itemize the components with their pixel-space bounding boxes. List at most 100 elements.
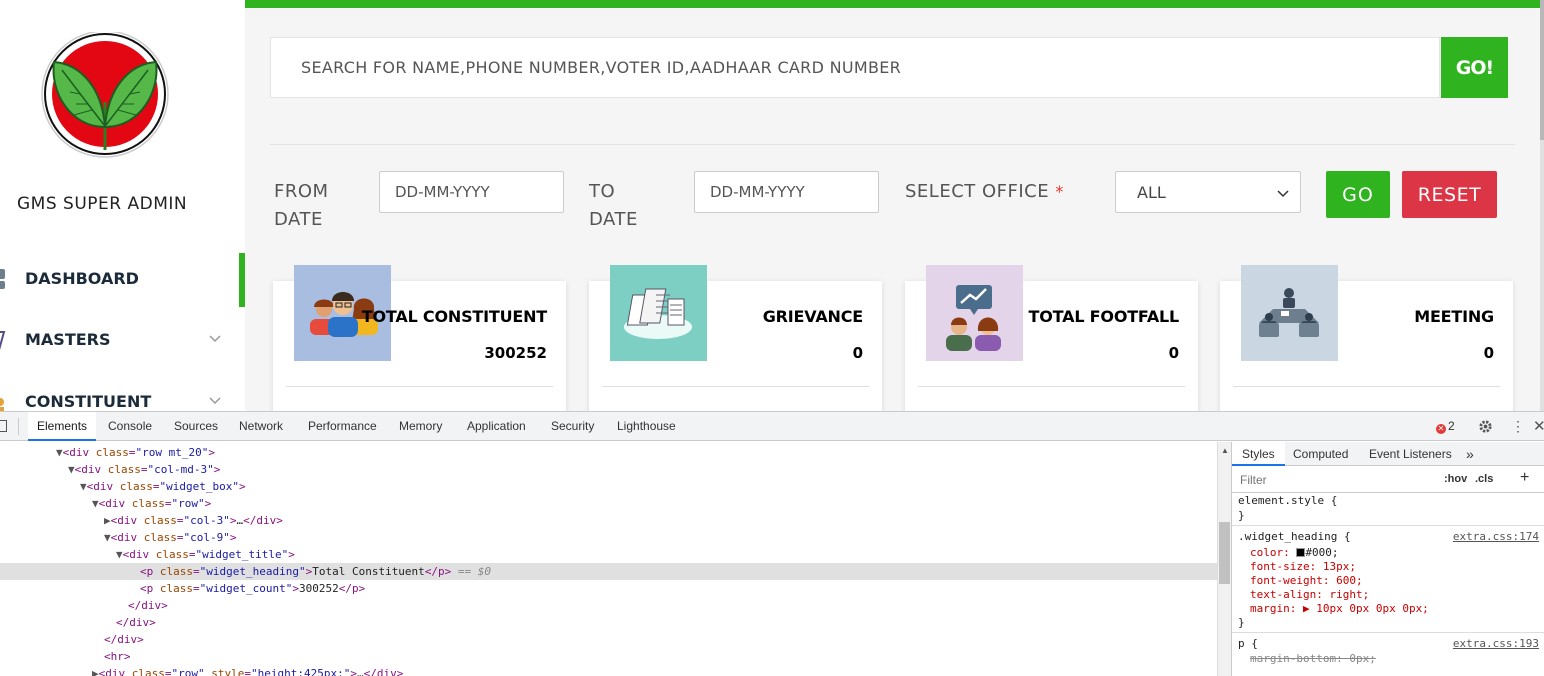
dom-node[interactable]: ▶<div class="col-3">…</div>: [0, 512, 1217, 529]
tab-console[interactable]: Console: [108, 412, 152, 441]
dom-node[interactable]: ▼<div class="widget_title">: [0, 546, 1217, 563]
page-scrollbar[interactable]: [1540, 0, 1544, 411]
office-select[interactable]: ALL: [1115, 171, 1301, 213]
chevron-down-icon: [1277, 190, 1289, 198]
to-label-line2: DATE: [589, 209, 638, 230]
sidebar-item-label: CONSTITUENT: [25, 392, 152, 411]
css-property-margin-bottom[interactable]: margin-bottom: 0px;: [1238, 652, 1543, 666]
tab-event-listeners[interactable]: Event Listeners: [1369, 442, 1452, 466]
widget-count: 0: [1168, 344, 1179, 362]
tab-network[interactable]: Network: [239, 412, 283, 441]
filter-go-button[interactable]: GO: [1326, 171, 1390, 218]
search-go-button[interactable]: GO!: [1441, 37, 1508, 98]
select-office-label: SELECT OFFICE *: [905, 178, 1064, 206]
sidebar-item-label: MASTERS: [25, 330, 111, 349]
widget-grievance[interactable]: GRIEVANCE 0: [589, 265, 882, 411]
rule-close-brace: }: [1238, 616, 1245, 629]
styles-tab-bar: Styles Computed Event Listeners »: [1232, 442, 1544, 466]
tab-application[interactable]: Application: [467, 412, 526, 441]
gear-icon[interactable]: [1478, 419, 1493, 434]
element-style-selector[interactable]: element.style {: [1238, 494, 1543, 508]
scroll-up-arrow-icon[interactable]: ▲: [1221, 446, 1229, 455]
widget-heading: TOTAL FOOTFALL: [1028, 307, 1180, 326]
class-toggle[interactable]: .cls: [1475, 473, 1493, 485]
reset-button[interactable]: RESET: [1402, 171, 1497, 218]
widget-total-footfall[interactable]: TOTAL FOOTFALL 0: [905, 265, 1198, 411]
dom-node[interactable]: <hr>: [0, 648, 1217, 665]
tab-performance[interactable]: Performance: [308, 412, 377, 441]
css-property-font-size[interactable]: font-size: 13px;: [1238, 560, 1543, 574]
more-tabs-icon[interactable]: »: [1466, 442, 1474, 466]
dom-node[interactable]: ▼<div class="row">: [0, 495, 1217, 512]
app-window: GMS SUPER ADMIN DASHBOARD MASTERS CONSTI…: [0, 0, 1544, 676]
tab-computed[interactable]: Computed: [1293, 442, 1348, 466]
add-rule-icon[interactable]: +: [1520, 469, 1529, 487]
close-icon[interactable]: ✕: [1533, 417, 1544, 435]
tab-elements[interactable]: Elements: [28, 412, 97, 441]
source-link[interactable]: extra.css:174: [1453, 530, 1539, 543]
sidebar-item-constituent[interactable]: CONSTITUENT: [0, 380, 245, 411]
prop-text: margin: ▶ 10px 0px 0px 0px;: [1250, 602, 1429, 615]
page-scrollbar-thumb[interactable]: [1540, 0, 1544, 140]
css-property-text-align[interactable]: text-align: right;: [1238, 588, 1543, 602]
chevron-down-icon: [209, 397, 221, 405]
page-viewport: GMS SUPER ADMIN DASHBOARD MASTERS CONSTI…: [0, 0, 1544, 411]
inspect-element-icon[interactable]: [0, 420, 7, 432]
dom-node[interactable]: </div>: [0, 631, 1217, 648]
dom-node[interactable]: <p class="widget_count">300252</p>: [0, 580, 1217, 597]
prop-text: font-weight: 600;: [1250, 574, 1363, 587]
css-property-margin[interactable]: margin: ▶ 10px 0px 0px 0px;: [1238, 602, 1543, 616]
elements-scrollbar[interactable]: ▲: [1217, 442, 1231, 676]
dom-node[interactable]: </div>: [0, 597, 1217, 614]
tab-styles[interactable]: Styles: [1232, 442, 1285, 466]
color-swatch[interactable]: [1296, 548, 1306, 557]
active-indicator: [239, 253, 245, 307]
dashboard-icon: [0, 269, 5, 289]
styles-filter-input[interactable]: [1236, 470, 1432, 490]
error-counter[interactable]: ✕ 2: [1436, 419, 1455, 434]
tab-security[interactable]: Security: [551, 412, 594, 441]
grievance-documents-icon: [610, 265, 707, 361]
to-date-label: TO DATE: [589, 178, 638, 234]
sidebar-item-label: DASHBOARD: [25, 269, 139, 288]
more-options-icon[interactable]: ⋮: [1511, 418, 1525, 435]
css-property-color[interactable]: color: #000;: [1238, 546, 1543, 560]
dom-node[interactable]: ▶<div class="row" style="height:425px;">…: [0, 665, 1217, 676]
source-link[interactable]: extra.css:193: [1453, 637, 1539, 650]
dom-node[interactable]: ▼<div class="col-9">: [0, 529, 1217, 546]
party-logo: [40, 30, 170, 158]
elements-scrollbar-thumb[interactable]: [1219, 522, 1230, 584]
css-property-font-weight[interactable]: font-weight: 600;: [1238, 574, 1543, 588]
to-label-line1: TO: [589, 181, 616, 202]
tab-memory[interactable]: Memory: [399, 412, 442, 441]
widget-total-constituent[interactable]: TOTAL CONSTITUENT 300252: [273, 265, 566, 411]
sidebar-item-dashboard[interactable]: DASHBOARD: [0, 253, 245, 307]
tab-sources[interactable]: Sources: [174, 412, 218, 441]
dom-node[interactable]: ▼<div class="col-md-3">: [0, 461, 1217, 478]
required-mark: *: [1055, 182, 1064, 201]
constituent-icon: [0, 398, 4, 411]
sidebar-item-masters[interactable]: MASTERS: [0, 318, 245, 362]
meeting-table-icon: [1241, 265, 1338, 361]
from-label-line2: DATE: [274, 209, 323, 230]
dom-node[interactable]: </div>: [0, 614, 1217, 631]
hover-state-toggle[interactable]: :hov: [1444, 473, 1467, 485]
widget-meeting[interactable]: MEETING 0: [1220, 265, 1513, 411]
devtools-tab-bar: Elements Console Sources Network Perform…: [0, 412, 1544, 441]
dom-node[interactable]: ▼<div class="row mt_20">: [0, 444, 1217, 461]
devtools-panel: Elements Console Sources Network Perform…: [0, 411, 1544, 676]
to-date-input[interactable]: [694, 171, 879, 213]
widget-heading: GRIEVANCE: [762, 307, 863, 326]
from-date-label: FROM DATE: [274, 178, 329, 234]
from-date-input[interactable]: [379, 171, 564, 213]
dom-node[interactable]: ▼<div class="widget_box">: [0, 478, 1217, 495]
styles-pane: Styles Computed Event Listeners » :hov .…: [1231, 442, 1544, 676]
search-input[interactable]: [271, 38, 1439, 97]
admin-name: GMS SUPER ADMIN: [17, 194, 188, 214]
dom-node-selected[interactable]: <p class="widget_heading">Total Constitu…: [0, 563, 1217, 580]
tab-lighthouse[interactable]: Lighthouse: [617, 412, 676, 441]
footfall-chart-people-icon: [926, 265, 1023, 361]
elements-dom-tree: ▼<div class="row mt_20"> ▼<div class="co…: [0, 442, 1217, 676]
prop-name: color:: [1250, 546, 1297, 559]
widget-divider: [286, 386, 553, 387]
